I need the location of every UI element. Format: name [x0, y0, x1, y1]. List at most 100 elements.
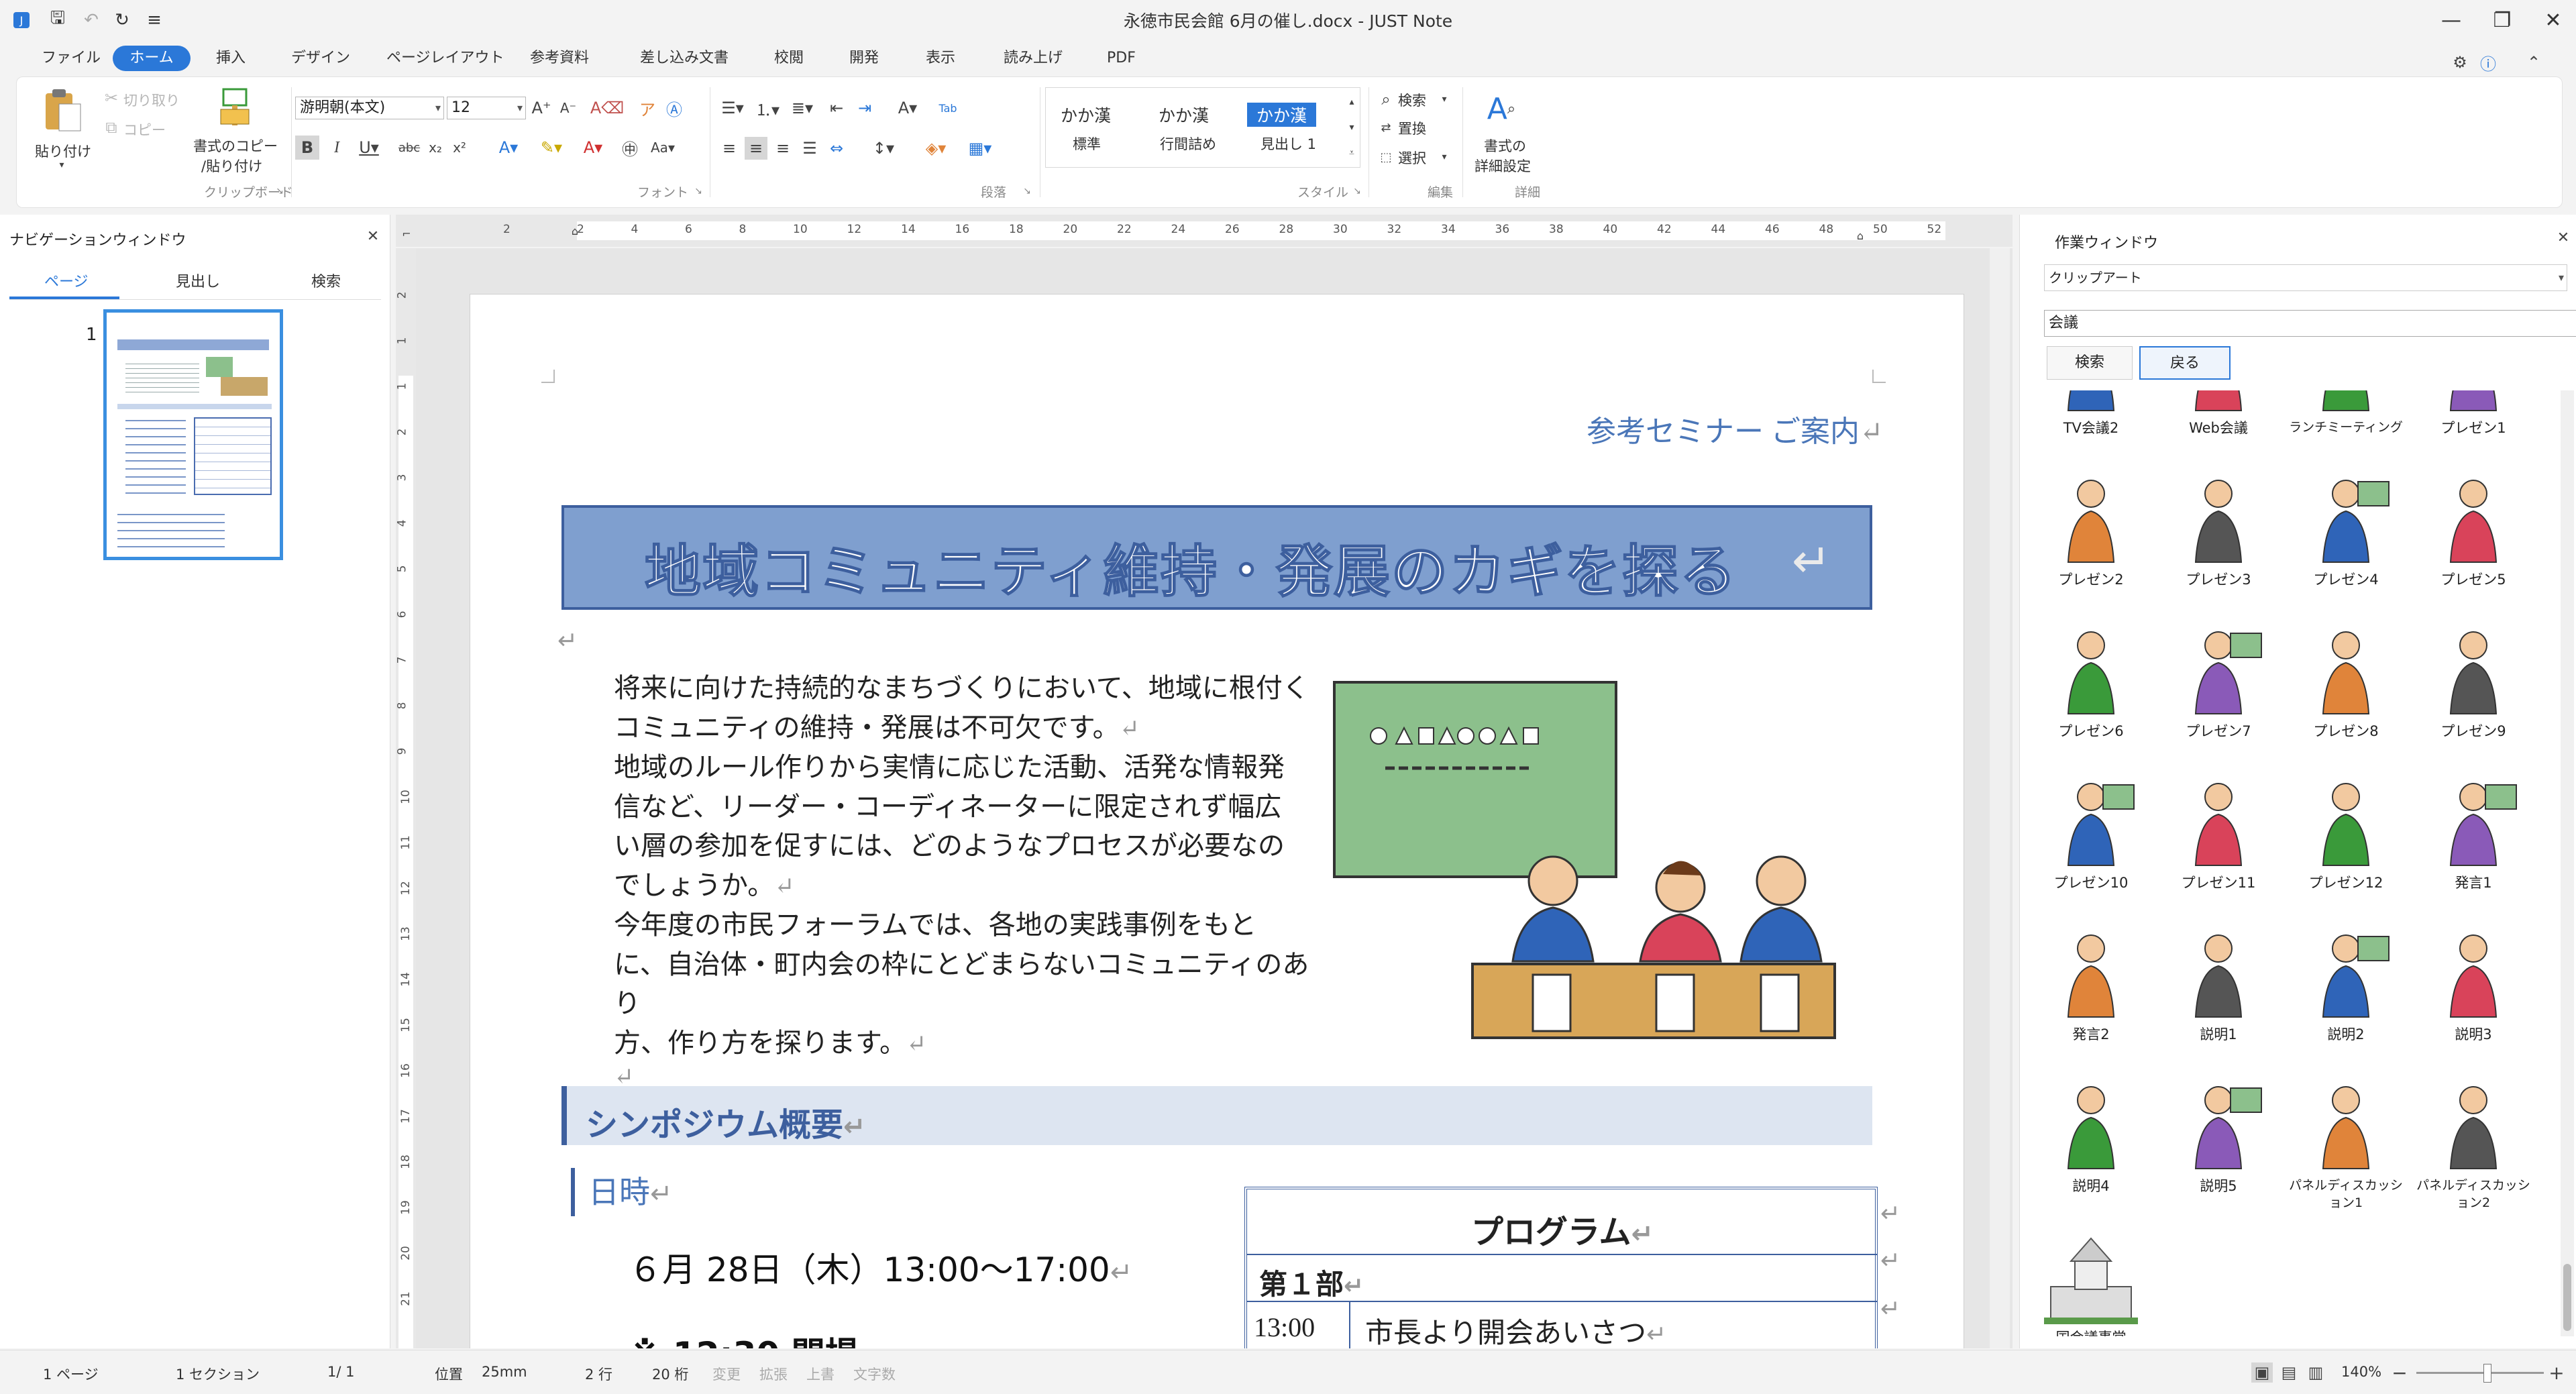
- enclose-char-icon[interactable]: ㊥: [620, 136, 640, 160]
- style-compact[interactable]: 行間詰め: [1160, 133, 1216, 154]
- align-right-icon[interactable]: ≡: [771, 137, 794, 160]
- maximize-button[interactable]: ❐: [2475, 4, 2529, 36]
- paste-icon[interactable]: [39, 87, 86, 136]
- clipart-item[interactable]: Web会議: [2158, 390, 2279, 437]
- clipart-item[interactable]: プレゼン4: [2286, 468, 2406, 589]
- zoom-slider-thumb[interactable]: [2483, 1364, 2491, 1383]
- tab-view[interactable]: 表示: [919, 46, 962, 71]
- clipart-item[interactable]: 説明2: [2286, 923, 2406, 1044]
- paste-dropdown-icon[interactable]: ▾: [55, 158, 68, 172]
- clipart-item[interactable]: プレゼン9: [2413, 620, 2534, 741]
- font-size-combo[interactable]: 12 ▾: [447, 97, 526, 119]
- close-button[interactable]: ✕: [2526, 4, 2576, 36]
- tab-review[interactable]: 校閲: [767, 46, 810, 71]
- web-layout-icon[interactable]: ▤: [2278, 1362, 2300, 1383]
- clear-format-icon[interactable]: A⌫: [590, 98, 624, 118]
- increase-indent-icon[interactable]: ⇥: [853, 97, 876, 119]
- clipart-search-input[interactable]: 会議: [2044, 310, 2576, 337]
- clipart-item[interactable]: プレゼン3: [2158, 468, 2279, 589]
- category-dropdown-icon[interactable]: ▾: [2559, 265, 2564, 290]
- detail-format-icon[interactable]: A ⌕: [1481, 87, 1521, 130]
- bold-icon[interactable]: B: [295, 136, 319, 160]
- zoom-level[interactable]: 140%: [2341, 1364, 2381, 1380]
- read-mode-icon[interactable]: ▥: [2305, 1362, 2326, 1383]
- tab-read-aloud[interactable]: 読み上げ: [997, 46, 1069, 71]
- clipart-search-button[interactable]: 検索: [2047, 346, 2133, 380]
- section-heading[interactable]: シンポジウム概要↵: [561, 1086, 1872, 1145]
- clipart-item[interactable]: 説明1: [2158, 923, 2279, 1044]
- collapse-ribbon-icon[interactable]: ⌃: [2524, 52, 2544, 72]
- settings-icon[interactable]: ⚙: [2450, 52, 2470, 72]
- font-name-dropdown-icon[interactable]: ▾: [435, 97, 441, 119]
- print-layout-icon[interactable]: ▣: [2251, 1362, 2273, 1383]
- clipart-item[interactable]: プレゼン8: [2286, 620, 2406, 741]
- align-left-icon[interactable]: ≡: [718, 137, 741, 160]
- page-thumbnail[interactable]: [103, 309, 283, 560]
- tab-design[interactable]: デザイン: [284, 46, 357, 71]
- find-dropdown-icon[interactable]: ▾: [1438, 93, 1450, 106]
- style-heading1[interactable]: 見出し 1: [1260, 133, 1316, 154]
- grow-font-icon[interactable]: A⁺: [531, 98, 551, 118]
- document-page[interactable]: 参考セミナー ご案内↵ 地域コミュニティ維持・発展のカギを探る ↵ ↵ 将来に向…: [470, 294, 1964, 1348]
- tab-references[interactable]: 参考資料: [523, 46, 596, 71]
- clipart-item[interactable]: パネルディスカッション2: [2413, 1075, 2534, 1212]
- find-icon[interactable]: ⌕: [1377, 90, 1395, 109]
- font-color-icon[interactable]: A▾: [578, 136, 608, 160]
- select-dropdown-icon[interactable]: ▾: [1438, 150, 1450, 164]
- detail-format-button-line2[interactable]: 詳細設定: [1474, 156, 1531, 176]
- task-close-icon[interactable]: ✕: [2554, 228, 2573, 247]
- tab-mailings[interactable]: 差し込み文書: [633, 46, 735, 71]
- status-page[interactable]: 1 ページ: [43, 1364, 99, 1384]
- clipart-item[interactable]: 説明5: [2158, 1075, 2279, 1195]
- find-button[interactable]: 検索: [1398, 90, 1426, 110]
- tab-home[interactable]: ホーム: [113, 46, 191, 71]
- borders-icon[interactable]: ▦▾: [963, 137, 997, 160]
- task-scrollbar[interactable]: [2561, 390, 2574, 1336]
- underline-icon[interactable]: U▾: [356, 136, 382, 160]
- text-effect-icon[interactable]: A▾: [494, 136, 523, 160]
- help-icon[interactable]: ⓘ: [2478, 52, 2498, 74]
- first-line-indent-icon[interactable]: ⌂: [568, 216, 582, 246]
- title-banner[interactable]: 地域コミュニティ維持・発展のカギを探る ↵: [561, 505, 1872, 610]
- clipart-item[interactable]: 発言1: [2413, 771, 2534, 892]
- style-heading1-sample[interactable]: かか漢: [1247, 103, 1317, 127]
- style-scroll-up-icon[interactable]: ▴: [1345, 92, 1358, 112]
- tab-page-layout[interactable]: ページレイアウト: [380, 46, 511, 71]
- replace-button[interactable]: 置換: [1398, 118, 1426, 138]
- numbering-icon[interactable]: ⒈▾: [753, 97, 782, 119]
- nav-tab-search[interactable]: 検索: [311, 270, 341, 291]
- shading-icon[interactable]: ◈▾: [919, 137, 953, 160]
- copy-icon[interactable]: ⧉: [102, 118, 121, 137]
- clipart-item[interactable]: 説明4: [2031, 1075, 2151, 1195]
- tab-file[interactable]: ファイル: [35, 46, 107, 71]
- select-button[interactable]: 選択: [1398, 148, 1426, 168]
- ruby-icon[interactable]: ア: [637, 98, 657, 119]
- text-direction-icon[interactable]: A▾: [891, 97, 924, 119]
- style-compact-sample[interactable]: かか漢: [1159, 103, 1209, 127]
- char-border-icon[interactable]: Ⓐ: [664, 98, 684, 119]
- style-scroll-down-icon[interactable]: ▾: [1345, 117, 1358, 138]
- sub-heading[interactable]: 日時↵: [571, 1168, 673, 1216]
- format-copy-button-line2[interactable]: /貼り付け: [201, 156, 262, 176]
- style-normal-sample[interactable]: かか漢: [1061, 103, 1111, 127]
- clipart-item[interactable]: プレゼン5: [2413, 468, 2534, 589]
- select-icon[interactable]: ⬚: [1377, 148, 1395, 166]
- font-size-dropdown-icon[interactable]: ▾: [517, 97, 523, 119]
- multilevel-icon[interactable]: ≣▾: [788, 97, 817, 119]
- clipart-item[interactable]: パネルディスカッション1: [2286, 1075, 2406, 1212]
- clipart-item[interactable]: プレゼン11: [2158, 771, 2279, 892]
- italic-icon[interactable]: I: [325, 136, 349, 160]
- style-launcher-icon[interactable]: ↘: [1351, 185, 1363, 197]
- shrink-font-icon[interactable]: A⁻: [558, 98, 578, 118]
- clipart-back-button[interactable]: 戻る: [2139, 346, 2231, 380]
- zoom-in-icon[interactable]: +: [2546, 1362, 2567, 1384]
- clipart-item[interactable]: プレゼン10: [2031, 771, 2151, 892]
- nav-tab-headings[interactable]: 見出し: [176, 270, 220, 291]
- tab-insert[interactable]: 挿入: [209, 46, 252, 71]
- copy-button[interactable]: コピー: [123, 119, 166, 140]
- program-table[interactable]: プログラム↵ 第１部↵ 13:00 市長より開会あいさつ↵: [1244, 1187, 1878, 1348]
- superscript-icon[interactable]: x²: [449, 136, 470, 160]
- distribute-icon[interactable]: ⇔: [825, 137, 848, 160]
- horizontal-ruler[interactable]: 2 2 4 6 8 10 12 14 16 18 20 22 24 26 28 30 32 34 36 38 40 42 4…: [396, 215, 2012, 247]
- font-name-combo[interactable]: 游明朝(本文) ▾: [295, 97, 444, 119]
